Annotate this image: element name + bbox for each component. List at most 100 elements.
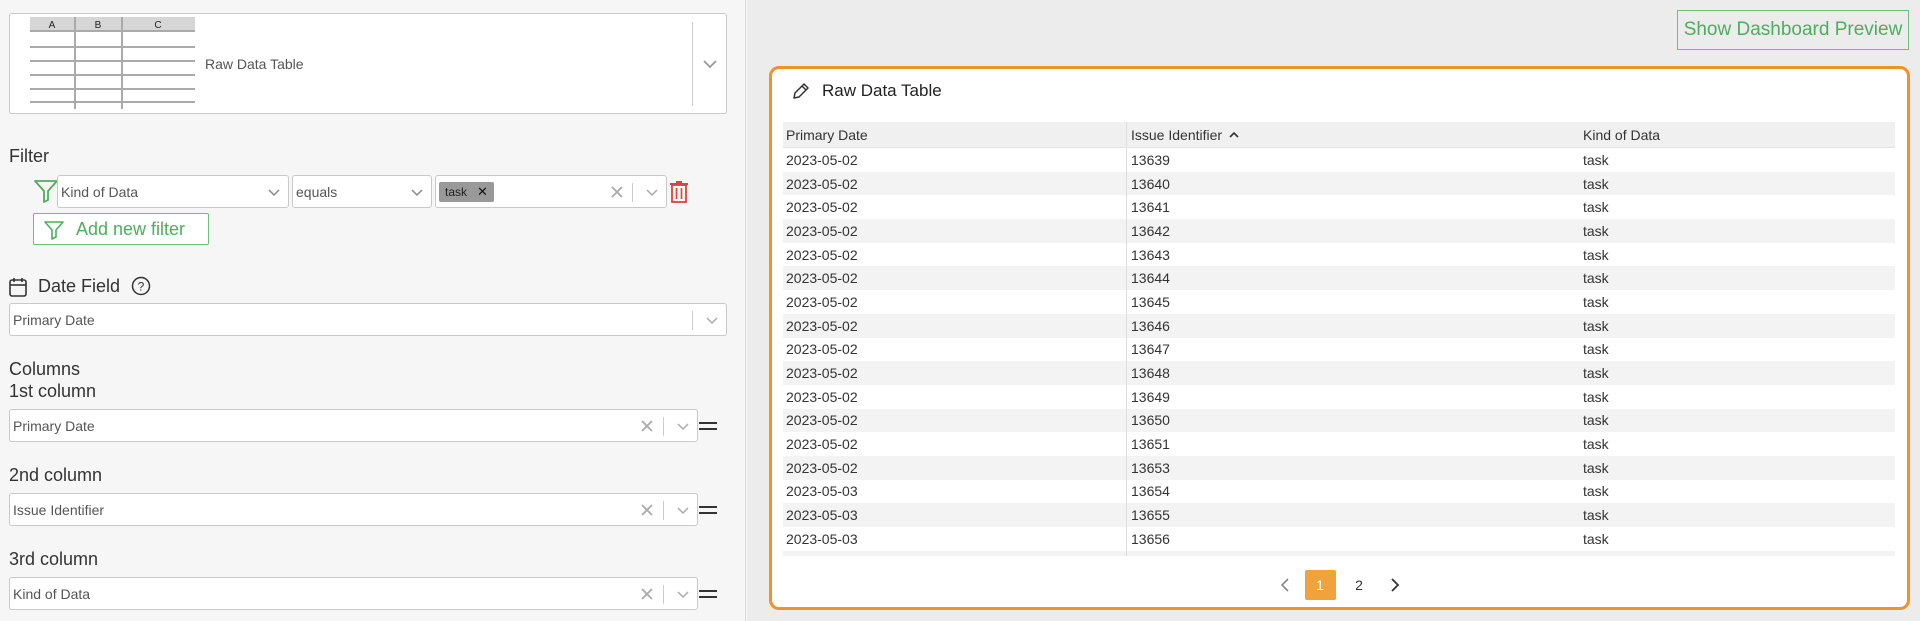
chevron-down-icon[interactable] [644, 184, 660, 200]
column-1-select[interactable]: Primary Date [9, 409, 698, 442]
prev-page-button[interactable] [1273, 570, 1297, 600]
table-cell: 2023-05-03 [783, 479, 1127, 504]
table-row: 2023-05-03 13656 task [783, 527, 1895, 551]
table-row: 2023-05-0313657task [783, 550, 1895, 556]
drag-handle-icon[interactable] [699, 506, 717, 518]
table-cell: 2023-05-02 [783, 455, 1127, 480]
help-icon[interactable]: ? [131, 276, 151, 296]
table-row: 2023-05-02 13642 task [783, 219, 1895, 243]
raw-data-table: Primary Date Issue Identifier Kind of Da… [783, 122, 1895, 556]
show-dashboard-preview-button[interactable]: Show Dashboard Preview [1677, 10, 1909, 50]
table-cell: task [1583, 270, 1609, 287]
table-cell: 13639 [1131, 151, 1170, 168]
table-cell: task [1583, 436, 1609, 453]
filter-field-select[interactable]: Kind of Data [57, 175, 289, 208]
clear-icon[interactable] [609, 184, 625, 200]
table-row: 2023-05-02 13651 task [783, 432, 1895, 456]
chevron-down-icon[interactable] [704, 312, 720, 328]
column-2-select[interactable]: Issue Identifier [9, 493, 698, 526]
table-cell: task [1583, 530, 1609, 547]
header-kind-of-data[interactable]: Kind of Data [1579, 122, 1895, 147]
table-cell: task [1583, 412, 1609, 429]
card-title: Raw Data Table [822, 81, 942, 100]
widget-type-select[interactable]: A B C Raw Data Table [9, 13, 727, 114]
table-cell: task [1583, 483, 1609, 500]
table-cell: 2023-05-02 [783, 432, 1127, 456]
table-cell: 2023-05-02 [783, 337, 1127, 362]
table-cell: task [1579, 551, 1895, 556]
chevron-down-icon[interactable] [266, 184, 282, 200]
table-row: 2023-05-03 13654 task [783, 479, 1895, 504]
drag-handle-icon[interactable] [699, 422, 717, 434]
chevron-down-icon[interactable] [675, 418, 691, 434]
table-row: 2023-05-02 13643 task [783, 242, 1895, 267]
table-row: 2023-05-02 13644 task [783, 266, 1895, 291]
filter-title: Filter [9, 146, 49, 166]
select-divider [663, 501, 664, 520]
pagination: 1 2 [772, 570, 1907, 600]
table-cell: 13648 [1131, 365, 1170, 382]
thumbnail-col-a: A [49, 20, 56, 31]
filter-value-chip: task ✕ [439, 182, 494, 202]
chevron-down-icon[interactable] [409, 184, 425, 200]
table-cell: task [1583, 507, 1609, 524]
filter-operator-select[interactable]: equals [292, 175, 432, 208]
trash-icon[interactable] [669, 180, 689, 203]
table-cell: task [1583, 341, 1609, 358]
clear-icon[interactable] [639, 418, 655, 434]
table-cell: 13640 [1131, 175, 1170, 192]
table-row: 2023-05-03 13655 task [783, 503, 1895, 527]
column-2-value: Issue Identifier [13, 502, 105, 518]
table-cell: 13654 [1131, 483, 1170, 500]
pencil-icon[interactable] [791, 81, 811, 101]
drag-handle-icon[interactable] [699, 590, 717, 602]
table-row: 2023-05-02 13653 task [783, 455, 1895, 480]
column-1-value: Primary Date [13, 418, 95, 434]
next-page-button[interactable] [1383, 570, 1407, 600]
table-cell: 13657 [1127, 551, 1579, 556]
table-cell: 2023-05-02 [783, 384, 1127, 409]
table-cell: 13650 [1131, 412, 1170, 429]
table-thumbnail-icon: A B C [30, 17, 195, 109]
select-divider [692, 22, 693, 106]
table-cell: 13646 [1131, 317, 1170, 334]
table-cell: 13642 [1131, 222, 1170, 239]
widget-preview-card: Raw Data Table Primary Date Issue Identi… [769, 66, 1910, 610]
column-3-select[interactable]: Kind of Data [9, 577, 698, 610]
chevron-down-icon[interactable] [675, 502, 691, 518]
svg-text:?: ? [138, 280, 145, 294]
add-new-filter-button[interactable]: Add new filter [33, 213, 209, 245]
table-cell: task [1583, 388, 1609, 405]
clear-icon[interactable] [639, 586, 655, 602]
table-row: 2023-05-02 13650 task [783, 408, 1895, 433]
header-issue-identifier[interactable]: Issue Identifier [1127, 122, 1579, 147]
chevron-down-icon[interactable] [675, 586, 691, 602]
widget-type-name: Raw Data Table [205, 56, 304, 72]
table-cell: 2023-05-02 [783, 313, 1127, 338]
clear-icon[interactable] [639, 502, 655, 518]
table-cell: 13655 [1131, 507, 1170, 524]
filter-operator-value: equals [296, 184, 338, 200]
table-row: 2023-05-02 13639 task [783, 148, 1895, 172]
page-1-button[interactable]: 1 [1304, 570, 1336, 600]
thumbnail-col-b: B [95, 20, 102, 31]
chevron-down-icon[interactable] [700, 54, 720, 74]
table-cell: 13656 [1131, 530, 1170, 547]
calendar-icon [9, 278, 27, 297]
filter-value-select[interactable]: task ✕ [435, 175, 667, 208]
table-cell: task [1583, 175, 1609, 192]
chip-remove-icon[interactable]: ✕ [477, 182, 488, 202]
table-cell: task [1583, 317, 1609, 334]
config-panel: A B C Raw Data Table Filter Kind of Data… [0, 0, 746, 621]
table-cell: 13651 [1131, 436, 1170, 453]
columns-title: Columns [9, 359, 81, 379]
select-divider [663, 417, 664, 436]
date-field-select[interactable]: Primary Date [9, 303, 727, 336]
header-primary-date[interactable]: Primary Date [783, 122, 1127, 147]
table-cell: 2023-05-03 [783, 550, 1127, 556]
table-row: 2023-05-02 13648 task [783, 361, 1895, 385]
table-cell: 13643 [1131, 246, 1170, 263]
table-row: 2023-05-02 13640 task [783, 171, 1895, 196]
filter-icon [44, 221, 64, 240]
page-2-button[interactable]: 2 [1344, 570, 1375, 600]
